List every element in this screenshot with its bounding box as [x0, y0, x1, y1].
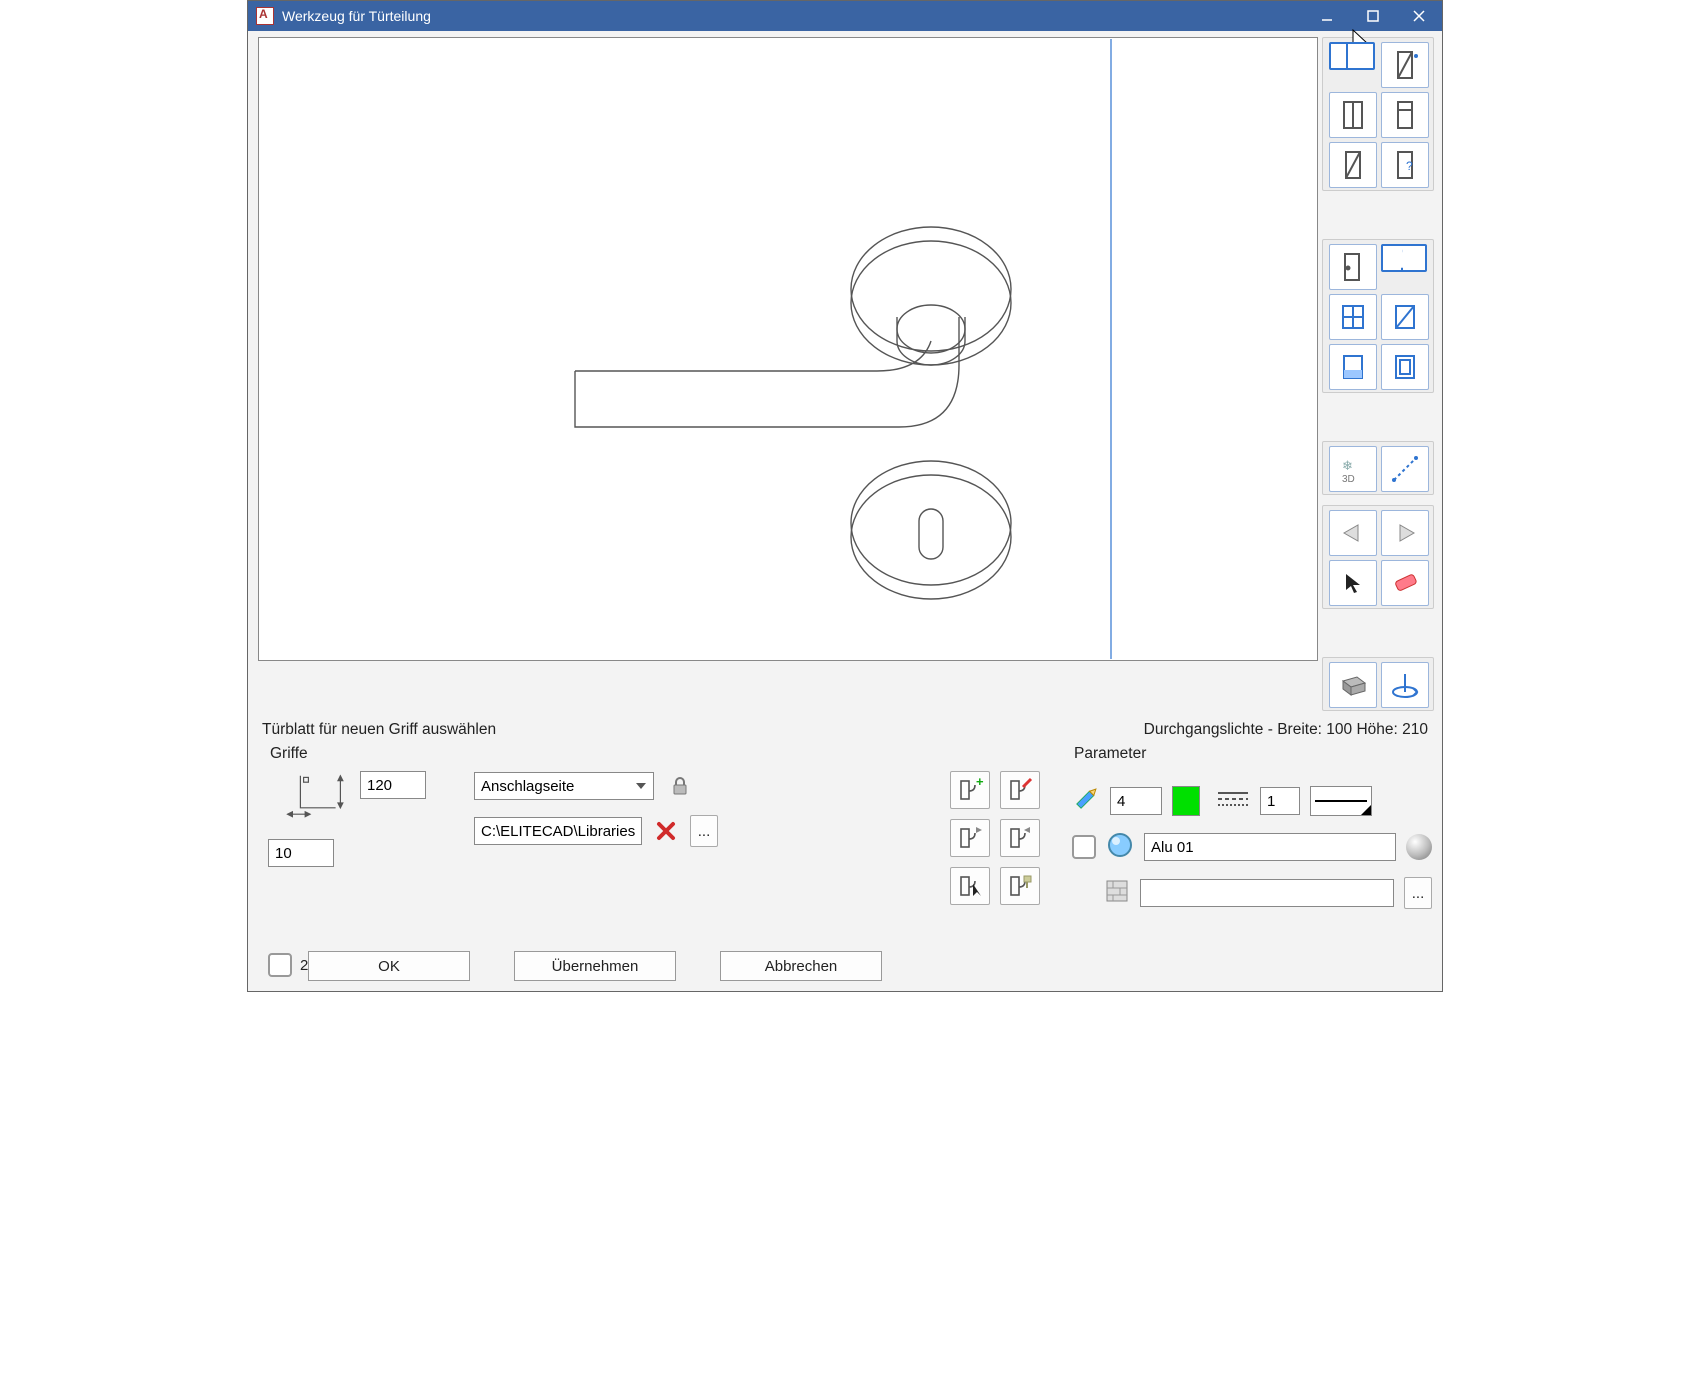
- linetype-icon: [1216, 788, 1250, 814]
- material-ball-icon[interactable]: [1106, 831, 1134, 863]
- handle-add-button[interactable]: +: [950, 771, 990, 809]
- app-icon: [256, 7, 274, 25]
- browse-path-button[interactable]: ...: [690, 815, 718, 847]
- linetype-preview[interactable]: [1310, 786, 1372, 816]
- tool-solid[interactable]: [1329, 662, 1377, 708]
- texture-path-input[interactable]: [1140, 879, 1394, 907]
- tool-door-type-3[interactable]: [1329, 92, 1377, 138]
- handle-pick-button[interactable]: [950, 867, 990, 905]
- dialog-window: Werkzeug für Türteilung: [247, 0, 1443, 992]
- titlebar: Werkzeug für Türteilung: [248, 1, 1442, 31]
- texture-icon[interactable]: [1104, 878, 1130, 908]
- linetype-number-input[interactable]: [1260, 787, 1300, 815]
- preview-viewport[interactable]: [258, 37, 1318, 661]
- apply-button[interactable]: Übernehmen: [514, 951, 676, 981]
- tool-door-type-6[interactable]: ?: [1381, 142, 1429, 188]
- tool-door-type-4[interactable]: [1381, 92, 1429, 138]
- right-toolbar: ? ❄3D: [1322, 37, 1434, 711]
- tool-select[interactable]: [1329, 560, 1377, 606]
- tool-freeze-3d[interactable]: ❄3D: [1329, 446, 1377, 492]
- minimize-button[interactable]: [1304, 1, 1350, 31]
- tool-glazing[interactable]: [1381, 294, 1429, 340]
- handle-edit-button[interactable]: [1000, 771, 1040, 809]
- texture-browse-button[interactable]: ...: [1404, 877, 1432, 909]
- svg-text:❄: ❄: [1342, 458, 1353, 473]
- panel-parameter-title: Parameter: [1074, 745, 1432, 763]
- handle-copy-style-button[interactable]: [1000, 867, 1040, 905]
- pen-icon: [1072, 785, 1100, 817]
- hinge-side-select[interactable]: [474, 772, 654, 800]
- tool-leaf[interactable]: [1329, 244, 1377, 290]
- tool-prev[interactable]: [1329, 510, 1377, 556]
- handle-flip-left-button[interactable]: [950, 819, 990, 857]
- tool-rotate[interactable]: [1381, 662, 1429, 708]
- handle-position-icon: [268, 771, 352, 819]
- panel-griffe-title: Griffe: [270, 745, 1060, 763]
- tool-measure[interactable]: [1381, 446, 1429, 492]
- clear-path-button[interactable]: [650, 816, 682, 846]
- tool-door-type-5[interactable]: [1329, 142, 1377, 188]
- tool-erase[interactable]: [1381, 560, 1429, 606]
- library-path-input[interactable]: [474, 817, 642, 845]
- tool-muntins[interactable]: [1329, 294, 1377, 340]
- panel-parameter: Parameter ...: [1072, 745, 1432, 977]
- svg-text:+: +: [976, 776, 984, 789]
- handle-height-input[interactable]: [360, 771, 426, 799]
- panel-griffe: Griffe: [268, 745, 1060, 977]
- tool-handle[interactable]: [1381, 244, 1427, 272]
- handle-offset-input[interactable]: [268, 839, 334, 867]
- svg-text:?: ?: [1406, 159, 1413, 173]
- checkbox-2d-box[interactable]: [268, 953, 292, 977]
- cancel-button[interactable]: Abbrechen: [720, 951, 882, 981]
- maximize-button[interactable]: [1350, 1, 1396, 31]
- tool-panel-bottom[interactable]: [1329, 344, 1377, 390]
- window-title: Werkzeug für Türteilung: [282, 8, 431, 24]
- close-button[interactable]: [1396, 1, 1442, 31]
- status-message: Türblatt für neuen Griff auswählen: [262, 721, 496, 739]
- status-dimensions: Durchgangslichte - Breite: 100 Höhe: 210: [1144, 721, 1428, 739]
- tool-panel-frame[interactable]: [1381, 344, 1429, 390]
- material-name-input[interactable]: [1144, 833, 1396, 861]
- handle-flip-right-button[interactable]: [1000, 819, 1040, 857]
- tool-next[interactable]: [1381, 510, 1429, 556]
- pen-color-swatch[interactable]: [1172, 786, 1200, 816]
- pen-number-input[interactable]: [1110, 787, 1162, 815]
- lock-icon[interactable]: [664, 771, 696, 801]
- material-enable-checkbox[interactable]: [1072, 835, 1096, 859]
- ok-button[interactable]: OK: [308, 951, 470, 981]
- tool-door-type-1[interactable]: [1329, 42, 1375, 70]
- tool-door-type-2[interactable]: [1381, 42, 1429, 88]
- material-preview-ball[interactable]: [1406, 834, 1432, 860]
- svg-text:3D: 3D: [1342, 474, 1355, 485]
